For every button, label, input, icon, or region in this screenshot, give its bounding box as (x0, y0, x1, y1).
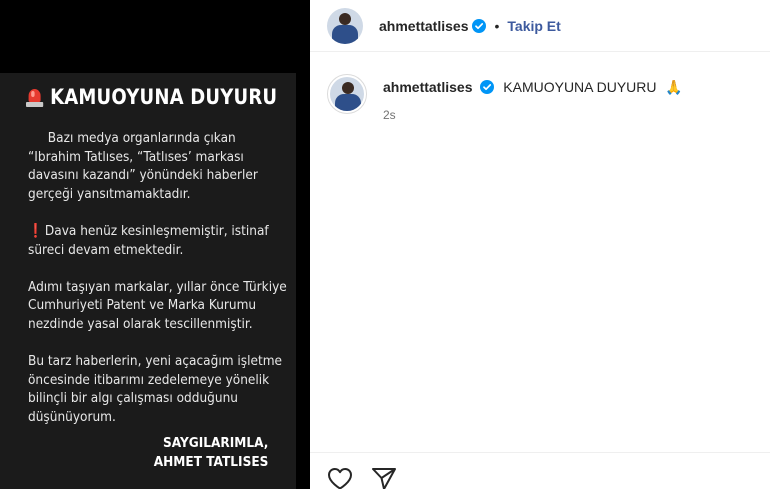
praying-hands-icon: 🙏 (665, 79, 683, 95)
paragraph-line: düşünüyorum. (28, 408, 116, 425)
caption-avatar[interactable] (327, 74, 367, 114)
post-actions (310, 452, 770, 489)
paragraph-line-text: Dava henüz kesinleşmemiştir, istinaf (44, 222, 269, 239)
paragraph-line: ❗ Dava henüz kesinleşmemiştir, istinaf (28, 222, 269, 241)
exclamation-icon: ❗ (28, 222, 44, 239)
verified-badge-icon (480, 80, 495, 94)
paragraph-1: Bazı medya organlarında çıkan “Ibrahim T… (28, 129, 258, 203)
paragraph-2: ❗ Dava henüz kesinleşmemiştir, istinaf sü… (28, 222, 269, 259)
caption-username[interactable]: ahmettatlises (383, 79, 472, 95)
paragraph-line: öncesinde itibarımı zedelemeye yönelik (28, 371, 270, 388)
paragraph-line: gerçeği yansıtmamaktadır. (28, 185, 191, 202)
paragraph-line: bilinçli bir algı çalışması odduğunu (28, 390, 238, 407)
card-title-text: KAMUOYUNA DUYURU (50, 85, 278, 109)
police-light-icon (26, 87, 44, 107)
separator-dot: • (494, 17, 500, 34)
signature-greeting: SAYGILARIMLA, (162, 435, 268, 451)
share-icon[interactable] (371, 467, 397, 489)
post-details-panel: ahmettatlises • Takip Et ahmettatlises K… (310, 0, 770, 489)
post-timestamp[interactable]: 2s (383, 108, 683, 122)
announcement-body: Bazı medya organlarında çıkan “Ibrahim T… (28, 129, 287, 445)
post-media[interactable]: KAMUOYUNA DUYURU Bazı medya organlarında… (0, 0, 310, 489)
follow-button[interactable]: Takip Et (507, 18, 560, 34)
paragraph-line: davasını kazandı” yönündeki haberler (28, 167, 258, 184)
signature-name: AHMET TATLISES (153, 454, 268, 470)
paragraph-line: “Ibrahim Tatlıses, “Tatlıses’ markası (28, 148, 244, 165)
avatar[interactable] (330, 77, 364, 111)
paragraph-3: Adımı taşıyan markalar, yıllar önce Türk… (28, 278, 287, 334)
paragraph-line: süreci devam etmektedir. (28, 241, 184, 258)
signature: SAYGILARIMLA, AHMET TATLISES (153, 434, 268, 472)
caption-content: ahmettatlises KAMUOYUNA DUYURU 🙏 2s (383, 74, 683, 122)
paragraph-line: nezdinde yasal olarak tescillenmiştir. (28, 315, 253, 332)
paragraph-line: Bazı medya organlarında çıkan (47, 130, 236, 146)
caption-line: ahmettatlises KAMUOYUNA DUYURU 🙏 (383, 79, 683, 96)
verified-badge-icon (472, 18, 487, 33)
post-header: ahmettatlises • Takip Et (310, 0, 770, 52)
paragraph-line: Adımı taşıyan markalar, yıllar önce Türk… (28, 278, 287, 295)
post-caption: ahmettatlises KAMUOYUNA DUYURU 🙏 2s (327, 74, 683, 122)
card-title: KAMUOYUNA DUYURU (26, 81, 277, 113)
caption-text: KAMUOYUNA DUYURU (503, 79, 657, 95)
paragraph-line: Cumhuriyeti Patent ve Marka Kurumu (28, 297, 257, 314)
announcement-card: KAMUOYUNA DUYURU Bazı medya organlarında… (0, 73, 296, 489)
paragraph-4: Bu tarz haberlerin, yeni açacağım işletm… (28, 352, 283, 426)
heart-icon[interactable] (327, 467, 353, 489)
header-username[interactable]: ahmettatlises (379, 18, 468, 34)
paragraph-line: Bu tarz haberlerin, yeni açacağım işletm… (28, 353, 283, 370)
avatar[interactable] (327, 7, 363, 44)
